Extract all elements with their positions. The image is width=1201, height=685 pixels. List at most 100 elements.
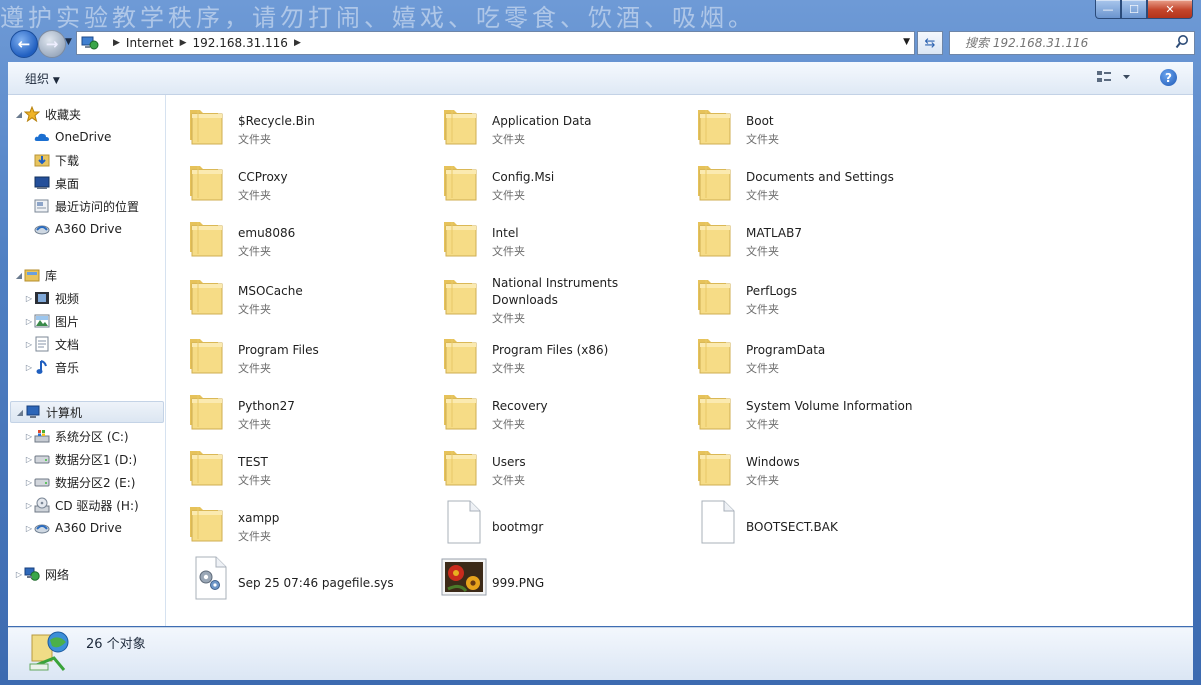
file-type: 文件夹 xyxy=(238,303,271,316)
nav-item-drive-d[interactable]: ▷ 数据分区1 (D:) xyxy=(24,449,137,469)
file-name: TEST xyxy=(238,455,268,469)
nav-favorites[interactable]: ◢ 收藏夹 xyxy=(14,104,81,124)
file-item[interactable]: emu8086 文件夹 xyxy=(184,212,434,262)
file-name: emu8086 xyxy=(238,226,296,240)
breadcrumb: ▶ Internet ▶ 192.168.31.116 ▶ xyxy=(107,36,307,50)
file-type: 文件夹 xyxy=(492,245,525,258)
nav-item-label: 音乐 xyxy=(55,360,80,375)
breadcrumb-chevron-icon[interactable]: ▶ xyxy=(294,38,301,48)
breadcrumb-chevron-icon[interactable]: ▶ xyxy=(180,38,187,48)
breadcrumb-internet[interactable]: Internet xyxy=(126,36,174,50)
expand-arrow-icon[interactable]: ▷ xyxy=(14,570,24,579)
nav-item-pictures[interactable]: ▷ 图片 xyxy=(24,311,79,331)
refresh-button[interactable]: ⇆ xyxy=(917,31,943,55)
nav-computer[interactable]: ◢ 计算机 xyxy=(10,401,164,423)
file-item[interactable]: MSOCache 文件夹 xyxy=(184,270,434,320)
expand-arrow-icon[interactable]: ▷ xyxy=(24,317,34,326)
search-box[interactable] xyxy=(949,31,1195,55)
file-item[interactable]: System Volume Information 文件夹 xyxy=(692,385,942,435)
a360-drive-icon xyxy=(34,221,50,237)
folder-icon xyxy=(184,156,232,204)
file-item[interactable]: 999.PNG xyxy=(438,553,688,603)
file-item[interactable]: Windows 文件夹 xyxy=(692,441,942,491)
search-icon[interactable] xyxy=(1175,34,1189,50)
file-name: Boot xyxy=(746,114,774,128)
nav-network[interactable]: ▷ 网络 xyxy=(14,564,69,584)
expand-arrow-icon[interactable]: ▷ xyxy=(24,432,34,441)
nav-item-desktop[interactable]: 桌面 xyxy=(24,173,79,193)
file-item[interactable]: MATLAB7 文件夹 xyxy=(692,212,942,262)
file-item[interactable]: Intel 文件夹 xyxy=(438,212,688,262)
file-item[interactable]: Program Files (x86) 文件夹 xyxy=(438,329,688,379)
nav-item-documents[interactable]: ▷ 文档 xyxy=(24,334,79,354)
window-frame: 遵护实验教学秩序，请勿打闹、嬉戏、吃零食、饮酒、吸烟。 — ☐ ✕ ← → ▼ … xyxy=(0,0,1201,685)
file-item[interactable]: Program Files 文件夹 xyxy=(184,329,434,379)
expand-arrow-icon[interactable]: ▷ xyxy=(24,294,34,303)
folder-icon xyxy=(692,385,740,433)
file-item[interactable]: Config.Msi 文件夹 xyxy=(438,156,688,206)
file-type: 文件夹 xyxy=(746,189,779,202)
nav-item-music[interactable]: ▷ 音乐 xyxy=(24,357,79,377)
folder-icon xyxy=(438,385,486,433)
back-button[interactable]: ← xyxy=(10,30,38,58)
breadcrumb-host[interactable]: 192.168.31.116 xyxy=(193,36,288,50)
expand-arrow-icon[interactable]: ▷ xyxy=(24,478,34,487)
nav-item-downloads[interactable]: 下载 xyxy=(24,150,79,170)
file-item[interactable]: xampp 文件夹 xyxy=(184,497,434,547)
nav-item-a360-drive-2[interactable]: ▷ A360 Drive xyxy=(24,518,122,538)
organize-menu-button[interactable]: 组织 ▼ xyxy=(25,70,60,87)
nav-libraries[interactable]: ◢ 库 xyxy=(14,265,57,285)
help-button[interactable]: ? xyxy=(1160,69,1177,86)
expand-arrow-icon[interactable]: ▷ xyxy=(24,363,34,372)
nav-item-label: 图片 xyxy=(55,314,80,329)
file-item[interactable]: Documents and Settings 文件夹 xyxy=(692,156,942,206)
address-bar[interactable]: ▶ Internet ▶ 192.168.31.116 ▶ ▼ xyxy=(76,31,915,55)
file-item[interactable]: $Recycle.Bin 文件夹 xyxy=(184,100,434,150)
nav-item-a360-drive[interactable]: A360 Drive xyxy=(24,219,122,239)
file-type: 文件夹 xyxy=(492,474,525,487)
recent-pages-dropdown[interactable]: ▼ xyxy=(65,37,72,47)
file-type: 文件夹 xyxy=(238,474,271,487)
command-bar: 组织 ▼ ? xyxy=(8,62,1193,95)
file-item[interactable]: bootmgr xyxy=(438,497,688,547)
folder-icon xyxy=(184,385,232,433)
nav-item-drive-h[interactable]: ▷ CD 驱动器 (H:) xyxy=(24,495,139,515)
search-input[interactable] xyxy=(950,32,1177,54)
hard-drive-icon xyxy=(34,474,50,490)
file-item[interactable]: National Instruments Downloads 文件夹 xyxy=(438,270,688,325)
collapse-arrow-icon[interactable]: ◢ xyxy=(14,271,24,280)
forward-button[interactable]: → xyxy=(38,30,66,58)
nav-item-drive-c[interactable]: ▷ 系统分区 (C:) xyxy=(24,426,129,446)
file-item[interactable]: TEST 文件夹 xyxy=(184,441,434,491)
file-item[interactable]: Sep 25 07:46 pagefile.sys xyxy=(184,553,434,603)
file-item[interactable]: ProgramData 文件夹 xyxy=(692,329,942,379)
folder-icon xyxy=(438,156,486,204)
maximize-button[interactable]: ☐ xyxy=(1121,0,1147,19)
expand-arrow-icon[interactable]: ▷ xyxy=(24,340,34,349)
expand-arrow-icon[interactable]: ▷ xyxy=(24,455,34,464)
file-item[interactable]: BOOTSECT.BAK xyxy=(692,497,942,547)
close-button[interactable]: ✕ xyxy=(1147,0,1193,19)
file-item[interactable]: Recovery 文件夹 xyxy=(438,385,688,435)
file-item[interactable]: Python27 文件夹 xyxy=(184,385,434,435)
file-item[interactable]: CCProxy 文件夹 xyxy=(184,156,434,206)
address-history-dropdown[interactable]: ▼ xyxy=(903,37,910,47)
change-view-button[interactable] xyxy=(1096,69,1136,88)
file-name: ProgramData xyxy=(746,343,826,357)
nav-item-recent-places[interactable]: 最近访问的位置 xyxy=(24,196,139,216)
file-item[interactable]: Users 文件夹 xyxy=(438,441,688,491)
nav-item-videos[interactable]: ▷ 视频 xyxy=(24,288,79,308)
minimize-button[interactable]: — xyxy=(1095,0,1121,19)
nav-item-onedrive[interactable]: OneDrive xyxy=(24,127,111,147)
nav-item-drive-e[interactable]: ▷ 数据分区2 (E:) xyxy=(24,472,136,492)
expand-arrow-icon[interactable]: ▷ xyxy=(24,524,34,533)
breadcrumb-chevron-icon[interactable]: ▶ xyxy=(113,38,120,48)
expand-arrow-icon[interactable]: ▷ xyxy=(24,501,34,510)
collapse-arrow-icon[interactable]: ◢ xyxy=(14,110,24,119)
collapse-arrow-icon[interactable]: ◢ xyxy=(15,408,25,417)
nav-item-label: 数据分区2 (E:) xyxy=(55,475,136,490)
file-item[interactable]: PerfLogs 文件夹 xyxy=(692,270,942,320)
file-item[interactable]: Application Data 文件夹 xyxy=(438,100,688,150)
file-item[interactable]: Boot 文件夹 xyxy=(692,100,942,150)
nav-item-label: A360 Drive xyxy=(55,521,122,535)
